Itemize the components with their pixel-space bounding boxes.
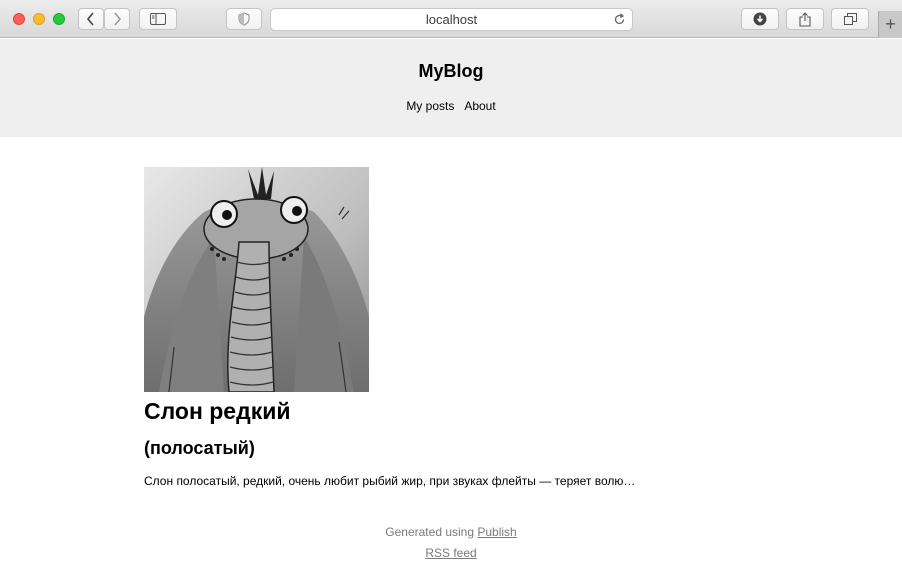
tabs-icon: [843, 13, 857, 25]
tab-overview-button[interactable]: [831, 8, 869, 30]
post-list: Слон редкий (полосатый) Слон полосатый, …: [144, 167, 764, 489]
sidebar-button[interactable]: [139, 8, 177, 30]
address-bar[interactable]: localhost: [270, 8, 633, 31]
post-title[interactable]: Слон редкий: [144, 397, 764, 425]
share-button[interactable]: [786, 8, 824, 30]
close-window-button[interactable]: [13, 13, 25, 25]
post-subtitle: (полосатый): [144, 438, 255, 458]
minimize-window-button[interactable]: [33, 13, 45, 25]
address-text: localhost: [425, 12, 478, 27]
share-icon: [799, 11, 811, 27]
reload-button[interactable]: [613, 13, 626, 29]
new-tab-button[interactable]: +: [878, 11, 902, 38]
browser-toolbar: localhost +: [0, 0, 902, 38]
nav-link-my-posts[interactable]: My posts: [406, 99, 454, 113]
footer-rss: RSS feed: [0, 546, 902, 560]
download-icon: [753, 12, 767, 26]
shield-icon: [238, 12, 250, 26]
site-header: MyBlog My posts About: [0, 39, 902, 137]
post-thumbnail-image[interactable]: [144, 167, 369, 392]
forward-button[interactable]: [104, 8, 130, 30]
chevron-right-icon: [114, 12, 122, 26]
rss-feed-link[interactable]: RSS feed: [425, 546, 476, 560]
reload-icon: [614, 13, 625, 25]
privacy-report-button[interactable]: [226, 8, 262, 30]
nav-link-about[interactable]: About: [464, 99, 495, 113]
footer-generated: Generated using Publish: [0, 525, 902, 539]
downloads-button[interactable]: [741, 8, 779, 30]
back-button[interactable]: [78, 8, 104, 30]
publish-link[interactable]: Publish: [477, 525, 516, 539]
site-nav: My posts About: [0, 99, 902, 113]
sidebar-icon: [150, 13, 166, 25]
footer-generated-text: Generated using: [385, 525, 478, 539]
plus-icon: +: [885, 14, 896, 34]
chevron-left-icon: [86, 12, 94, 26]
site-title[interactable]: MyBlog: [0, 61, 902, 82]
post-excerpt: Слон полосатый, редкий, очень любит рыби…: [144, 474, 636, 488]
zoom-window-button[interactable]: [53, 13, 65, 25]
